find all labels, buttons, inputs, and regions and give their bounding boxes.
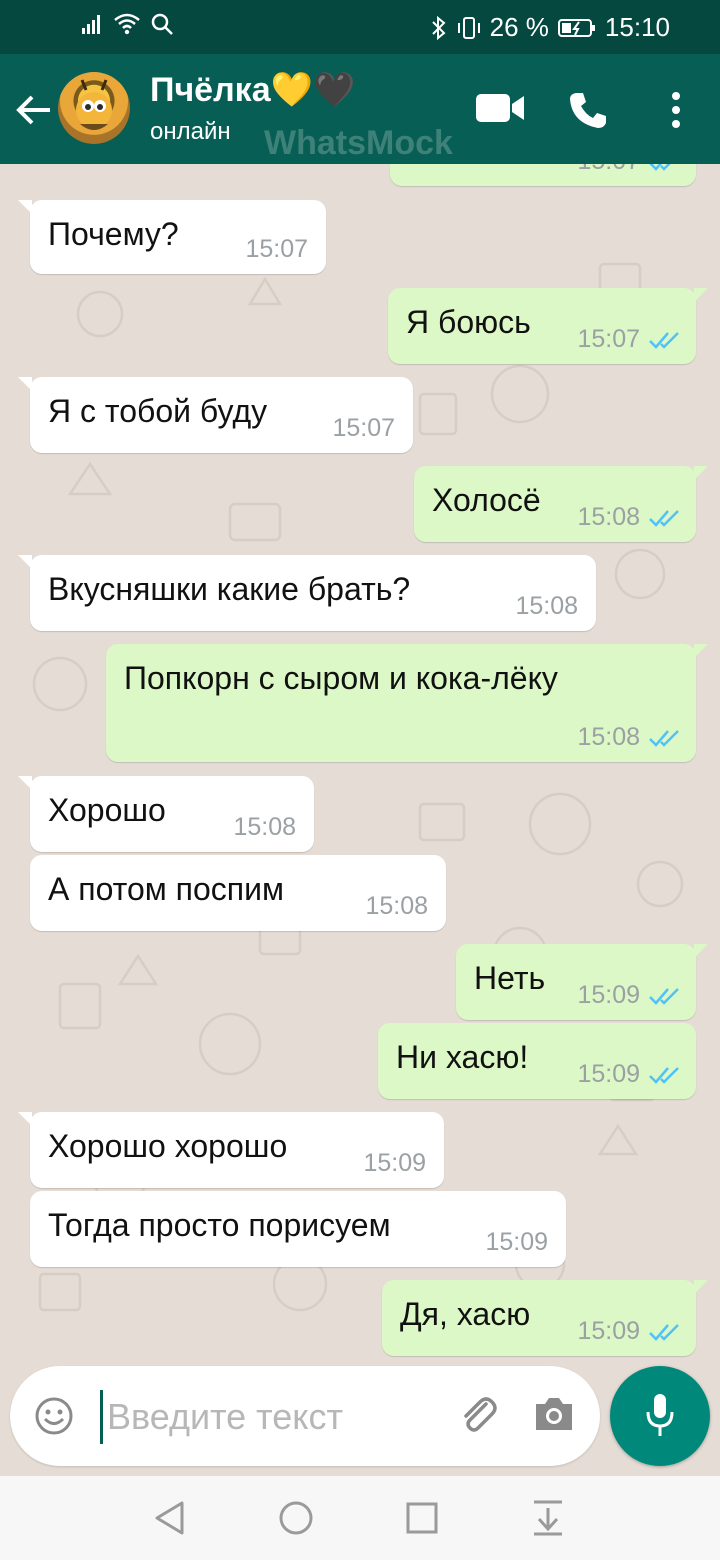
incoming-message[interactable]: Я с тобой буду 15:07: [18, 377, 413, 453]
bubble-tail: [18, 377, 32, 391]
read-receipt-icon: [649, 332, 679, 349]
watermark: WhatsMock: [264, 124, 453, 162]
video-call-icon[interactable]: [474, 90, 526, 126]
attach-icon[interactable]: [456, 1392, 500, 1436]
message-text: Попкорн с сыром и кока-лёку: [124, 660, 558, 696]
status-right: 26 % 15:10: [430, 12, 670, 43]
message-timestamp: 15:08: [577, 503, 640, 531]
bubble-tail: [694, 944, 708, 958]
message-timestamp: 15:09: [577, 1060, 640, 1088]
more-vert-icon[interactable]: [664, 90, 688, 130]
message-timestamp: 15:07: [332, 414, 395, 442]
message-composer: [10, 1366, 600, 1466]
message-timestamp: 15:09: [363, 1149, 426, 1177]
status-time: 15:10: [604, 12, 670, 42]
incoming-message[interactable]: Хорошо хорошо 15:09: [18, 1112, 444, 1188]
system-nav-bar: [0, 1476, 720, 1560]
mic-icon: [646, 1394, 674, 1436]
read-receipt-icon: [649, 510, 679, 527]
message-text: Тогда просто порисуем: [48, 1207, 391, 1243]
nav-back-icon[interactable]: [152, 1500, 188, 1536]
message-timestamp: 15:08: [577, 723, 640, 751]
bubble-tail: [18, 776, 32, 790]
emoji-icon[interactable]: [34, 1396, 74, 1436]
outgoing-message[interactable]: Попкорн с сыром и кока-лёку 15:08: [106, 644, 708, 762]
message-timestamp: 15:07: [245, 235, 308, 263]
read-receipt-icon: [649, 1324, 679, 1341]
bluetooth-icon: [431, 15, 446, 40]
avatar-image: [76, 79, 112, 130]
status-bar: 26 % 15:10: [0, 0, 720, 54]
outgoing-message[interactable]: 15:07: [390, 164, 696, 186]
presence-status: онлайн: [150, 118, 231, 145]
battery-icon: [557, 18, 595, 37]
outgoing-message[interactable]: Ни хасю! 15:09: [378, 1023, 696, 1099]
composer: [0, 1364, 720, 1476]
nav-home-icon[interactable]: [278, 1500, 314, 1536]
voice-message-button[interactable]: [610, 1366, 710, 1466]
incoming-message[interactable]: А потом поспим 15:08: [30, 855, 446, 931]
message-timestamp: 15:09: [577, 1317, 640, 1345]
incoming-message[interactable]: Тогда просто порисуем 15:09: [30, 1191, 566, 1267]
message-timestamp: 15:08: [365, 892, 428, 920]
nav-notifications-icon[interactable]: [530, 1498, 566, 1536]
search-icon: [151, 13, 173, 35]
back-arrow-icon[interactable]: [14, 90, 54, 130]
read-receipt-icon: [649, 988, 679, 1005]
chat-header: Пчёлка💛🖤 онлайн WhatsMock: [0, 54, 720, 164]
bubble-tail: [694, 1280, 708, 1294]
bubble-tail: [694, 466, 708, 480]
bubble-tail: [18, 555, 32, 569]
contact-name[interactable]: Пчёлка💛🖤: [150, 70, 355, 110]
bubble-tail: [18, 1112, 32, 1126]
avatar[interactable]: [58, 72, 130, 144]
message-timestamp: 15:09: [577, 981, 640, 1009]
incoming-message[interactable]: Почему? 15:07: [18, 200, 326, 274]
read-receipt-icon: [649, 164, 671, 171]
read-receipt-icon: [649, 730, 679, 747]
message-input[interactable]: [100, 1390, 429, 1444]
bubble-tail: [18, 200, 32, 214]
outgoing-message[interactable]: Дя, хасю 15:09: [382, 1280, 708, 1356]
wifi-icon: [114, 13, 140, 35]
message-list[interactable]: 15:07Почему?15:07Я боюсь15:07Я с тобой б…: [0, 164, 720, 1364]
message-text: Вкусняшки какие брать?: [48, 571, 411, 607]
read-receipt-icon: [649, 1067, 679, 1084]
phone-icon[interactable]: [568, 90, 608, 130]
outgoing-message[interactable]: Я боюсь 15:07: [388, 288, 708, 364]
battery-percent: 26 %: [489, 12, 549, 42]
incoming-message[interactable]: Вкусняшки какие брать? 15:08: [18, 555, 596, 631]
message-timestamp: 15:09: [485, 1228, 548, 1256]
bubble-tail: [694, 288, 708, 302]
message-timestamp: 15:08: [515, 592, 578, 620]
bubble-tail: [694, 644, 708, 658]
incoming-message[interactable]: Хорошо 15:08: [18, 776, 314, 852]
outgoing-message[interactable]: Холосё 15:08: [414, 466, 708, 542]
message-timestamp: 15:07: [577, 164, 640, 176]
message-text: Холосё: [432, 482, 541, 518]
message-timestamp: 15:08: [233, 813, 296, 841]
camera-icon[interactable]: [532, 1394, 576, 1434]
vibrate-icon: [457, 16, 480, 39]
signal-icon: [82, 15, 100, 34]
message-timestamp: 15:07: [577, 325, 640, 353]
outgoing-message[interactable]: Неть 15:09: [456, 944, 708, 1020]
status-left: [80, 12, 174, 36]
nav-recents-icon[interactable]: [404, 1500, 440, 1536]
